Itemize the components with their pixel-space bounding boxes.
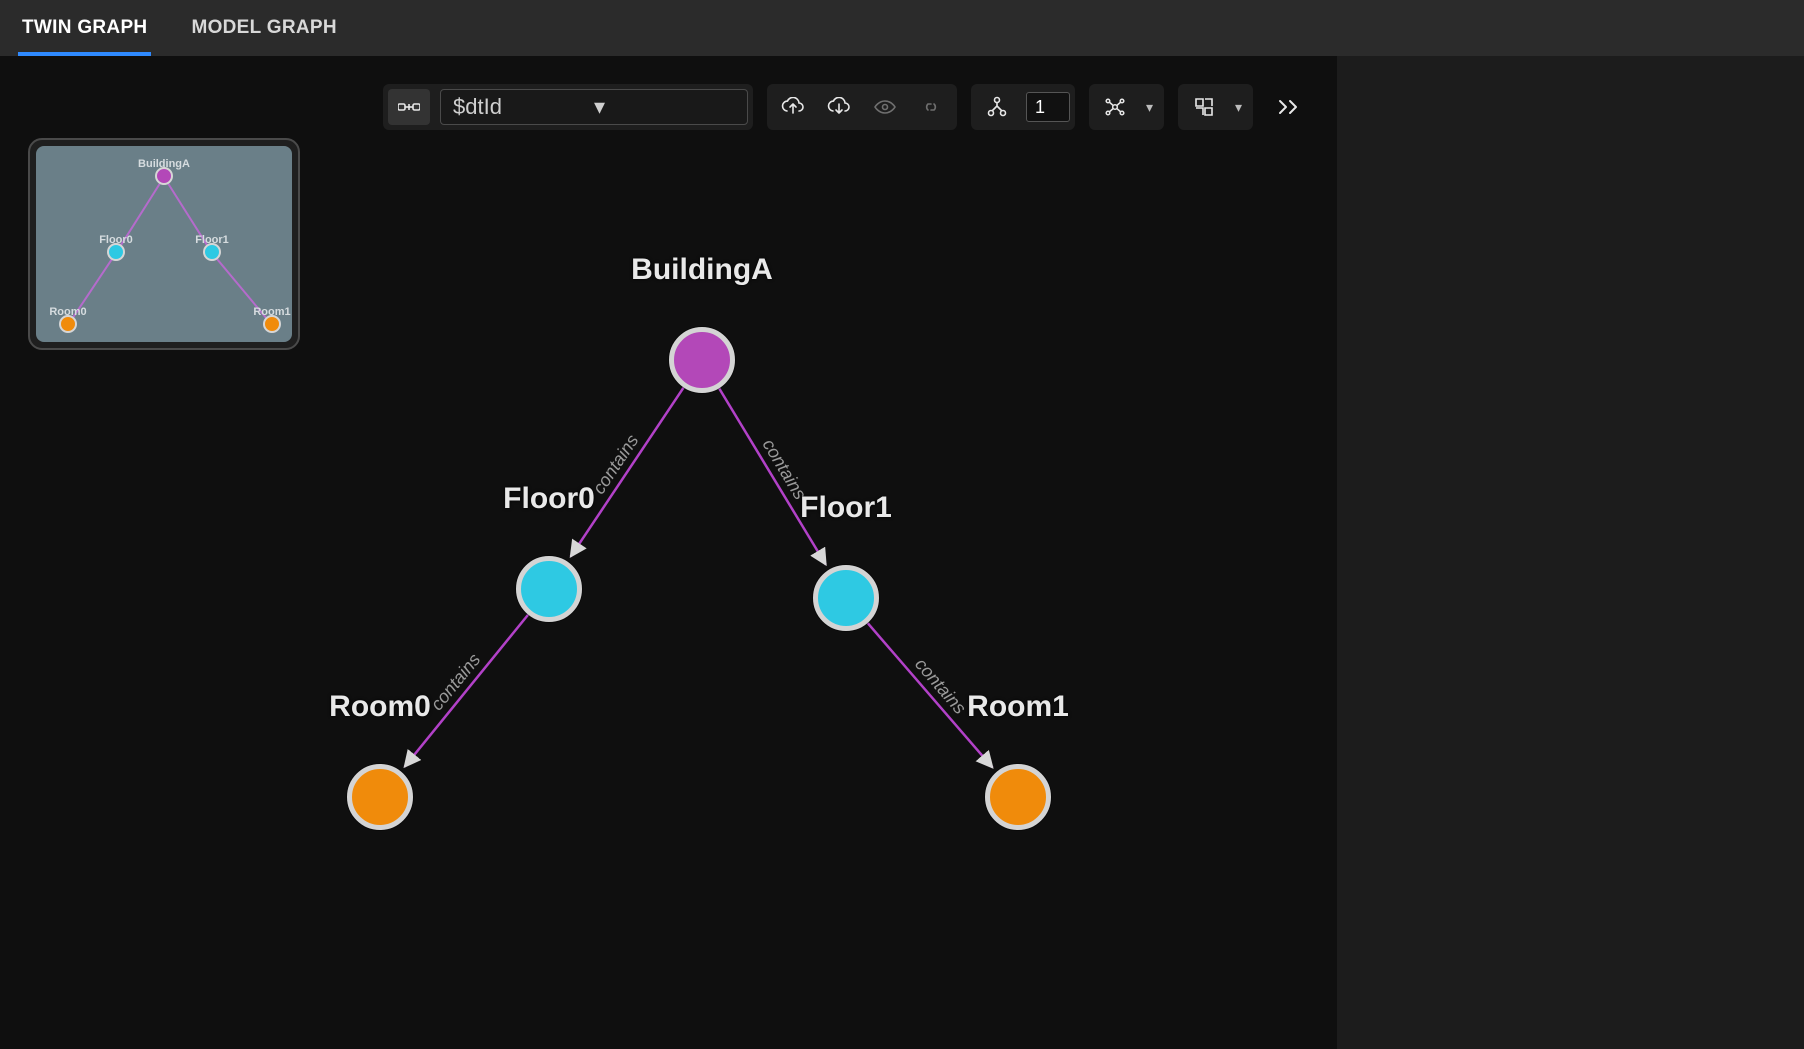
minimap-node — [263, 315, 281, 333]
toolbar: $dtId ▾ ▾ ▾ — [383, 84, 1309, 130]
node-label: Room0 — [329, 690, 431, 724]
right-panel — [1337, 0, 1804, 1049]
node-circle — [985, 764, 1051, 830]
tab-model-graph[interactable]: MODEL GRAPH — [191, 0, 336, 56]
display-field-select[interactable]: $dtId ▾ — [440, 89, 748, 125]
graph-node[interactable]: Floor0 — [516, 556, 582, 622]
graph-canvas[interactable]: BuildingAFloor0Floor1Room0Room1 contains… — [0, 56, 1337, 1049]
grid-layout-icon[interactable] — [1183, 89, 1225, 125]
node-label: Floor0 — [503, 482, 595, 516]
node-circle — [516, 556, 582, 622]
hierarchy-depth-input[interactable] — [1026, 92, 1070, 122]
overflow-icon[interactable] — [1267, 89, 1309, 125]
node-circle — [669, 327, 735, 393]
graph-node[interactable]: Room0 — [347, 764, 413, 830]
tab-twin-graph[interactable]: TWIN GRAPH — [22, 0, 147, 56]
minimap-node — [155, 167, 173, 185]
node-label: Floor1 — [800, 491, 892, 525]
chevron-down-icon[interactable]: ▾ — [1140, 99, 1159, 116]
minimap-node — [59, 315, 77, 333]
tab-label: MODEL GRAPH — [191, 17, 336, 39]
node-circle — [347, 764, 413, 830]
display-field-group: $dtId ▾ — [383, 84, 753, 130]
layout-grid-group: ▾ — [1178, 84, 1253, 130]
node-circle — [813, 565, 879, 631]
link-icon — [910, 89, 952, 125]
node-label: Room1 — [967, 690, 1069, 724]
minimap-node — [203, 243, 221, 261]
tab-label: TWIN GRAPH — [22, 17, 147, 39]
node-label: BuildingA — [631, 253, 773, 287]
hierarchy-icon[interactable] — [976, 89, 1018, 125]
network-layout-icon[interactable] — [1094, 89, 1136, 125]
chevron-down-icon[interactable]: ▾ — [1229, 99, 1248, 116]
cloud-upload-icon[interactable] — [772, 89, 814, 125]
display-field-toggle-icon[interactable] — [388, 89, 430, 125]
import-export-group — [767, 84, 957, 130]
graph-node[interactable]: Floor1 — [813, 565, 879, 631]
graph-node[interactable]: Room1 — [985, 764, 1051, 830]
tab-bar: TWIN GRAPH MODEL GRAPH — [0, 0, 1804, 56]
cloud-download-icon[interactable] — [818, 89, 860, 125]
graph-node[interactable]: BuildingA — [669, 327, 735, 393]
minimap[interactable]: BuildingAFloor0Floor1Room0Room1 — [28, 138, 300, 350]
eye-icon — [864, 89, 906, 125]
display-field-value: $dtId — [453, 94, 594, 120]
minimap-viewport[interactable]: BuildingAFloor0Floor1Room0Room1 — [36, 146, 292, 342]
layout-mode-group: ▾ — [1089, 84, 1164, 130]
minimap-node — [107, 243, 125, 261]
chevron-down-icon: ▾ — [594, 94, 735, 120]
hierarchy-group — [971, 84, 1075, 130]
